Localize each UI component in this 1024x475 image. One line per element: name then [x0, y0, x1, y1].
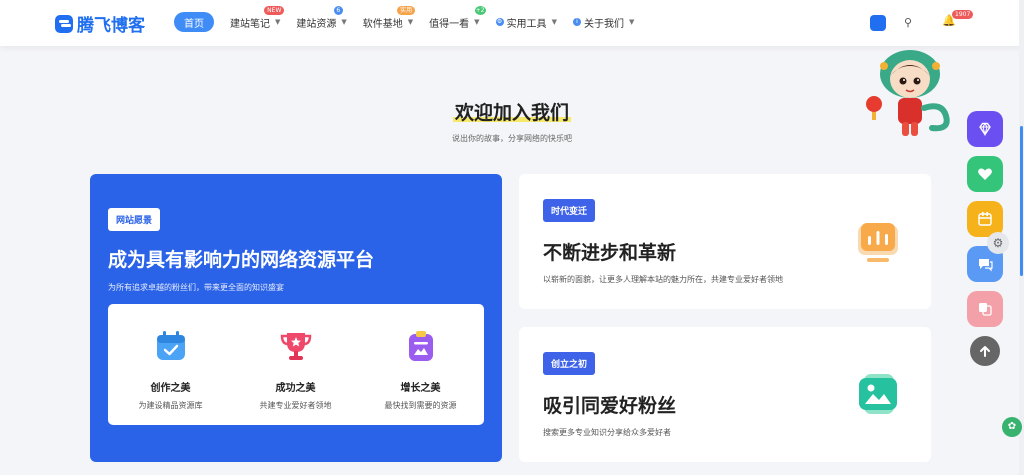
vision-tag: 网站愿景 [108, 208, 161, 231]
chevron-down-icon: ▼ [628, 18, 635, 26]
notification-badge: 1907 [952, 10, 974, 19]
leaf-icon[interactable]: ✿ [1002, 417, 1022, 437]
nav-label: 建站笔记 [230, 18, 270, 30]
useful-badge: 实用 [397, 6, 416, 15]
calendar-icon [978, 212, 992, 226]
chevron-down-icon: ▼ [551, 18, 557, 26]
feature-desc: 最快找到需要的资源 [384, 401, 457, 410]
clipboard-icon [408, 331, 433, 361]
nav-label: 软件基地 [362, 18, 403, 30]
favorite-button[interactable] [967, 156, 1003, 192]
feature-item: 增长之美 最快找到需要的资源 [358, 330, 483, 411]
trophy-icon [280, 333, 311, 360]
logo-text: 腾飞博客 [77, 16, 145, 36]
feature-title: 增长之美 [400, 383, 441, 394]
nav-notes[interactable]: 建站笔记 ▼ NEW [230, 6, 285, 32]
era-desc: 以崭新的面貌，让更多人理解本站的魅力所在，共建专业爱好者领地 [543, 275, 783, 284]
vision-card: 网站愿景 成为具有影响力的网络资源平台 为所有追求卓越的粉丝们，带来更全面的知识… [90, 174, 502, 462]
origin-title: 吸引同爱好粉丝 [543, 395, 677, 417]
phone-image-icon [859, 374, 897, 414]
logo-icon [55, 14, 73, 33]
settings-gear-icon[interactable]: ⚙ [987, 232, 1009, 254]
nav-label: 实用工具 [506, 18, 547, 30]
feature-item: 成功之美 共建专业爱好者领地 [233, 330, 358, 411]
heart-icon [978, 168, 992, 180]
origin-tag: 创立之初 [543, 352, 596, 375]
era-tag: 时代变迁 [543, 199, 596, 222]
chevron-down-icon: ▼ [407, 18, 414, 26]
tools-icon: ⚙ [495, 18, 504, 26]
nav-label: 值得一看 [429, 18, 470, 30]
era-title: 不断进步和革新 [543, 242, 677, 264]
nav-resources[interactable]: 建站资源 ▼ 6 [296, 6, 347, 32]
search-icon[interactable]: ⚲ [904, 16, 912, 29]
nav-home[interactable]: 首页 [174, 12, 214, 32]
chevron-down-icon: ▼ [341, 18, 347, 26]
nav-label: 建站资源 [296, 18, 337, 30]
chat-icon [979, 259, 993, 272]
vip-button[interactable] [967, 111, 1003, 147]
mascot-illustration [866, 50, 950, 136]
features-panel: 创作之美 为建设精品资源库 成功之美 共建专业爱好者领地 增长之美 最快找到需要… [108, 304, 484, 425]
chevron-down-icon: ▼ [474, 18, 480, 26]
nav-about[interactable]: i 关于我们 ▼ [572, 12, 635, 32]
origin-card: 创立之初 吸引同爱好粉丝 搜索更多专业知识分享给众多爱好者 [519, 327, 931, 462]
section-subtitle: 说出你的故事，分享网络的快乐吧 [452, 134, 572, 143]
count-badge: 6 [333, 6, 343, 15]
section-title: 欢迎加入我们 [452, 102, 571, 124]
feature-desc: 共建专业爱好者领地 [259, 401, 332, 410]
main-nav: 首页 建站笔记 ▼ NEW 建站资源 ▼ 6 软件基地 ▼ 实用 值得一看 ▼ … [174, 6, 650, 32]
nav-tools[interactable]: ⚙ 实用工具 ▼ [495, 12, 557, 32]
site-logo[interactable]: 腾飞博客 [55, 11, 145, 36]
back-to-top-button[interactable] [970, 336, 1000, 366]
nav-label: 首页 [184, 18, 204, 30]
origin-desc: 搜索更多专业知识分享给众多爱好者 [543, 428, 671, 437]
top-header: 腾飞博客 首页 建站笔记 ▼ NEW 建站资源 ▼ 6 软件基地 ▼ 实用 值得… [0, 0, 1024, 46]
info-icon: i [572, 18, 581, 26]
feature-desc: 为建设精品资源库 [138, 401, 203, 410]
scrollbar-thumb[interactable] [1020, 126, 1023, 276]
brand-icon[interactable] [870, 15, 886, 31]
nav-worth-seeing[interactable]: 值得一看 ▼ +2 [429, 6, 486, 32]
new-badge: NEW [264, 6, 285, 15]
plus-badge: +2 [474, 6, 486, 15]
feature-item: 创作之美 为建设精品资源库 [108, 330, 233, 411]
vision-title: 成为具有影响力的网络资源平台 [108, 249, 375, 271]
translate-button[interactable] [967, 291, 1003, 327]
chevron-down-icon: ▼ [275, 18, 281, 26]
calendar-check-icon [156, 331, 185, 360]
arrow-up-icon [980, 346, 990, 357]
vision-subtitle: 为所有追求卓越的粉丝们，带来更全面的知识盛宴 [108, 283, 284, 292]
translate-icon [979, 303, 992, 316]
feature-title: 创作之美 [150, 383, 191, 394]
nav-software[interactable]: 软件基地 ▼ 实用 [362, 6, 416, 32]
diamond-icon [979, 122, 991, 137]
nav-label: 关于我们 [583, 18, 624, 30]
chart-board-icon [858, 223, 898, 262]
era-card: 时代变迁 不断进步和革新 以崭新的面貌，让更多人理解本站的魅力所在，共建专业爱好… [519, 174, 931, 309]
feature-title: 成功之美 [275, 383, 316, 394]
